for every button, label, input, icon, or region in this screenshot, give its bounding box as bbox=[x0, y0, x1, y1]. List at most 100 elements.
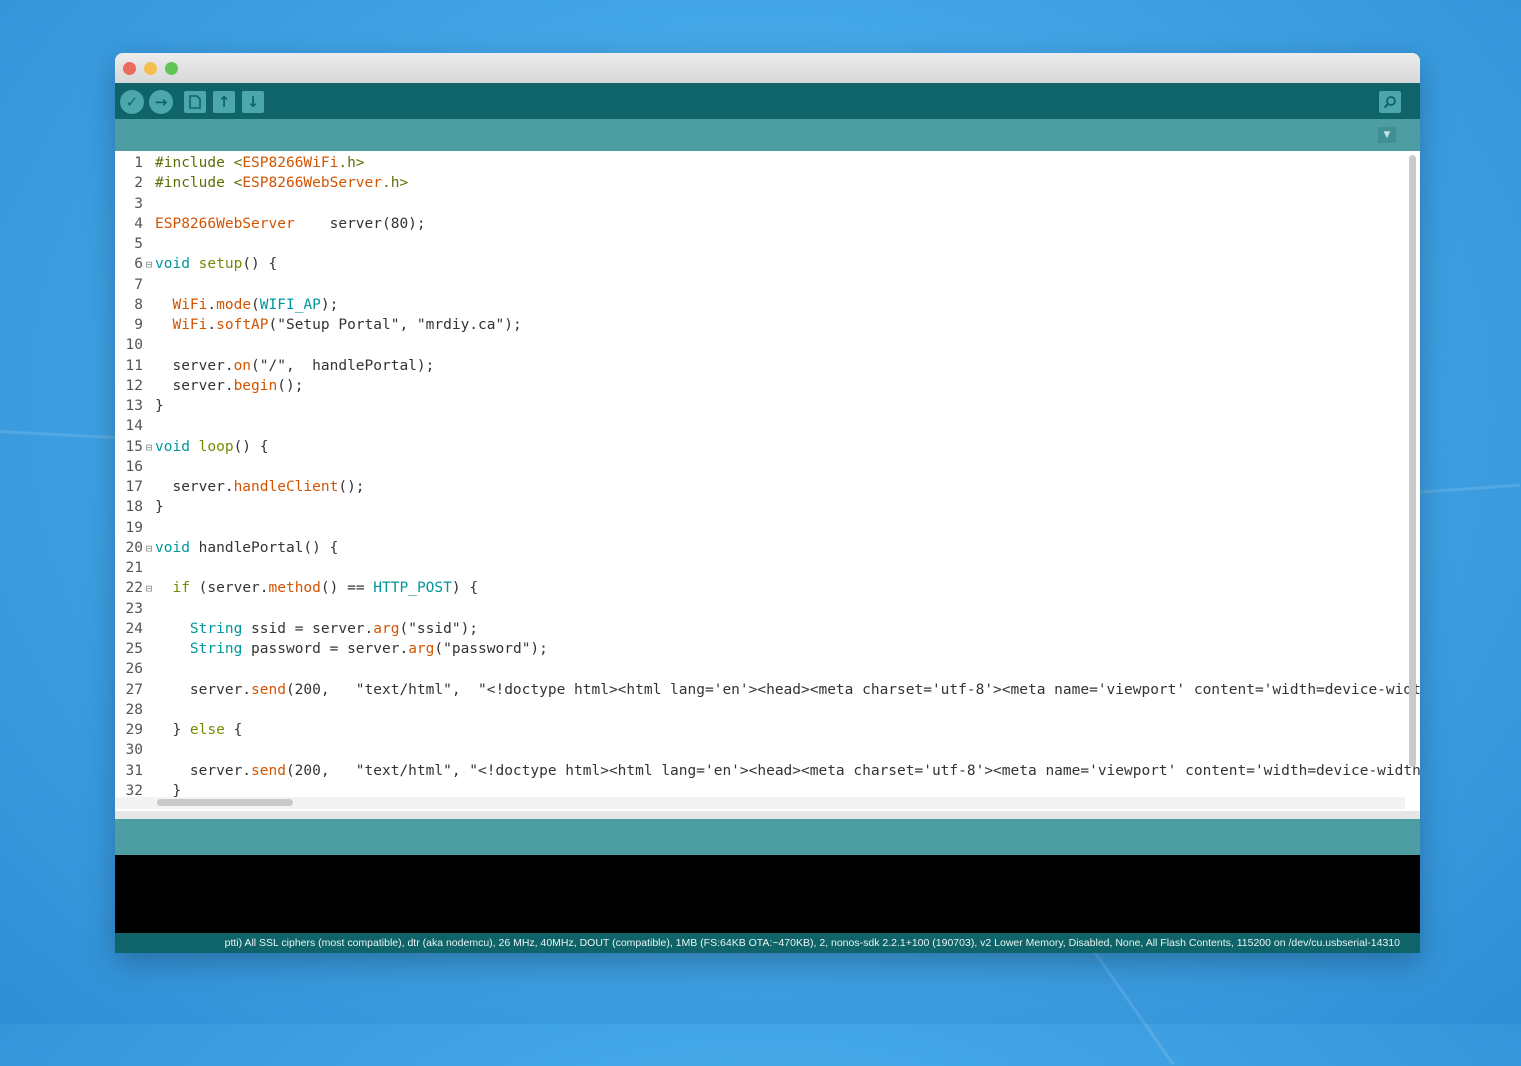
code-token: setup bbox=[198, 256, 243, 273]
code-line[interactable]: 24 String ssid = server.arg("ssid"); bbox=[115, 619, 1405, 639]
code-line[interactable]: 12 server.begin(); bbox=[115, 376, 1405, 396]
line-number: 2 bbox=[134, 175, 143, 192]
code-token: ( bbox=[251, 296, 260, 313]
code-token: ("/", handlePortal); bbox=[251, 357, 435, 374]
code-token: ssid = server. bbox=[242, 620, 374, 637]
code-line[interactable]: 4 ESP8266WebServer server(80); bbox=[115, 214, 1405, 234]
code-token: mode bbox=[216, 296, 252, 313]
line-number: 22 bbox=[125, 580, 143, 597]
code-line[interactable]: 16 bbox=[115, 457, 1405, 477]
code-token: handleClient bbox=[233, 479, 339, 495]
tab-menu-button[interactable]: ▼ bbox=[1378, 127, 1396, 143]
code-text: if (server.method() == HTTP_POST) { bbox=[155, 578, 478, 598]
code-text: ESP8266WebServer server(80); bbox=[155, 214, 426, 234]
upload-button[interactable]: → bbox=[149, 90, 173, 114]
code-line[interactable]: 9 WiFi.softAP("Setup Portal", "mrdiy.ca"… bbox=[115, 315, 1405, 335]
code-token: server. bbox=[155, 377, 234, 394]
code-token: void bbox=[155, 256, 190, 273]
code-line[interactable]: 14 bbox=[115, 416, 1405, 436]
code-token: (server. bbox=[189, 580, 269, 597]
code-line[interactable]: 20 ⊟ void handlePortal() { bbox=[115, 538, 1405, 558]
code-line[interactable]: 17 server.handleClient(); bbox=[115, 477, 1405, 497]
line-number: 13 bbox=[125, 398, 143, 414]
line-number: 21 bbox=[125, 560, 143, 576]
line-number: 27 bbox=[125, 681, 143, 698]
new-sketch-button[interactable] bbox=[184, 91, 206, 113]
code-token: .h> bbox=[338, 155, 365, 171]
console-output bbox=[115, 855, 1420, 933]
code-text: String password = server.arg("password")… bbox=[155, 639, 548, 659]
code-line[interactable]: 18} bbox=[115, 497, 1405, 517]
code-token: WIFI_AP bbox=[259, 296, 321, 313]
code-line[interactable]: 7 bbox=[115, 275, 1405, 295]
code-line[interactable]: 26 bbox=[115, 659, 1405, 679]
line-number: 9 bbox=[134, 317, 143, 333]
close-window-button[interactable] bbox=[123, 62, 136, 75]
line-number: 1 bbox=[134, 155, 143, 171]
code-token: WiFi bbox=[172, 296, 208, 313]
code-line[interactable]: 2 #include <ESP8266WebServer.h> bbox=[115, 173, 1405, 193]
code-text: } else { bbox=[155, 720, 242, 740]
code-text: server.send(200, "text/html", "<!doctype… bbox=[155, 680, 1420, 700]
code-text: String ssid = server.arg("ssid"); bbox=[155, 619, 478, 639]
code-token: (200, "text/html", "<!doctype html><html… bbox=[285, 681, 1420, 698]
code-token: () == bbox=[320, 580, 374, 597]
code-line[interactable]: 21 bbox=[115, 558, 1405, 578]
fold-toggle-icon[interactable]: ⊟ bbox=[143, 438, 155, 458]
code-line[interactable]: 19 bbox=[115, 518, 1405, 538]
code-text: void handlePortal() { bbox=[155, 538, 338, 558]
code-line[interactable]: 10 bbox=[115, 335, 1405, 355]
code-editor[interactable]: 1 #include <ESP8266WiFi.h> 2 #include <ESP8… bbox=[115, 151, 1420, 811]
serial-monitor-button[interactable] bbox=[1379, 91, 1401, 113]
line-number: 17 bbox=[125, 479, 143, 495]
code-line[interactable]: 15 ⊟ void loop() { bbox=[115, 437, 1405, 457]
code-line[interactable]: 31 server.send(200, "text/html", "<!doct… bbox=[115, 761, 1420, 781]
code-line[interactable]: 1 #include <ESP8266WiFi.h> bbox=[115, 153, 1405, 173]
code-line[interactable]: 23 bbox=[115, 599, 1405, 619]
code-line[interactable]: 28 bbox=[115, 700, 1405, 720]
code-line[interactable]: 6 ⊟ void setup() { bbox=[115, 254, 1405, 274]
fold-toggle-icon[interactable]: ⊟ bbox=[143, 579, 155, 599]
code-token: void bbox=[155, 539, 190, 556]
line-number: 26 bbox=[125, 661, 143, 678]
code-line[interactable]: 11 server.on("/", handlePortal); bbox=[115, 356, 1405, 376]
line-number: 23 bbox=[125, 600, 143, 617]
code-line[interactable]: 25 String password = server.arg("passwor… bbox=[115, 639, 1405, 659]
line-number: 15 bbox=[125, 438, 143, 455]
open-sketch-button[interactable]: ↑ bbox=[213, 91, 235, 113]
fold-toggle-icon[interactable]: ⊟ bbox=[143, 539, 155, 559]
code-line[interactable]: 13} bbox=[115, 396, 1405, 416]
code-line[interactable]: 22 ⊟ if (server.method() == HTTP_POST) { bbox=[115, 578, 1405, 598]
document-icon bbox=[189, 95, 201, 109]
arrow-right-icon: → bbox=[154, 93, 168, 111]
verify-button[interactable]: ✓ bbox=[120, 90, 144, 114]
code-token: ("password"); bbox=[434, 641, 548, 657]
code-token: else bbox=[189, 722, 225, 738]
code-line[interactable]: 5 bbox=[115, 234, 1405, 254]
save-sketch-button[interactable]: ↓ bbox=[242, 91, 264, 113]
code-token: server. bbox=[155, 479, 234, 495]
code-line[interactable]: 30 bbox=[115, 740, 1405, 760]
code-line[interactable]: 8 WiFi.mode(WIFI_AP); bbox=[115, 295, 1405, 315]
zoom-window-button[interactable] bbox=[165, 62, 178, 75]
line-number: 14 bbox=[125, 418, 143, 435]
horizontal-scrollbar[interactable] bbox=[157, 799, 293, 806]
editor-console-divider[interactable] bbox=[115, 811, 1420, 819]
line-number: 28 bbox=[125, 701, 143, 718]
line-number: 18 bbox=[125, 499, 143, 516]
code-token: softAP bbox=[216, 317, 269, 333]
code-token: arg bbox=[373, 620, 400, 637]
code-token: ); bbox=[320, 296, 339, 313]
code-line[interactable]: 27 server.send(200, "text/html", "<!doct… bbox=[115, 680, 1420, 700]
code-token: WiFi bbox=[172, 317, 208, 333]
code-token: (); bbox=[338, 479, 365, 495]
code-token: void bbox=[155, 438, 190, 455]
code-line[interactable]: 29 } else { bbox=[115, 720, 1405, 740]
minimize-window-button[interactable] bbox=[144, 62, 157, 75]
vertical-scrollbar[interactable] bbox=[1409, 155, 1416, 767]
code-line[interactable]: 3 bbox=[115, 194, 1405, 214]
line-number: 10 bbox=[125, 337, 143, 354]
fold-toggle-icon[interactable]: ⊟ bbox=[143, 255, 155, 275]
